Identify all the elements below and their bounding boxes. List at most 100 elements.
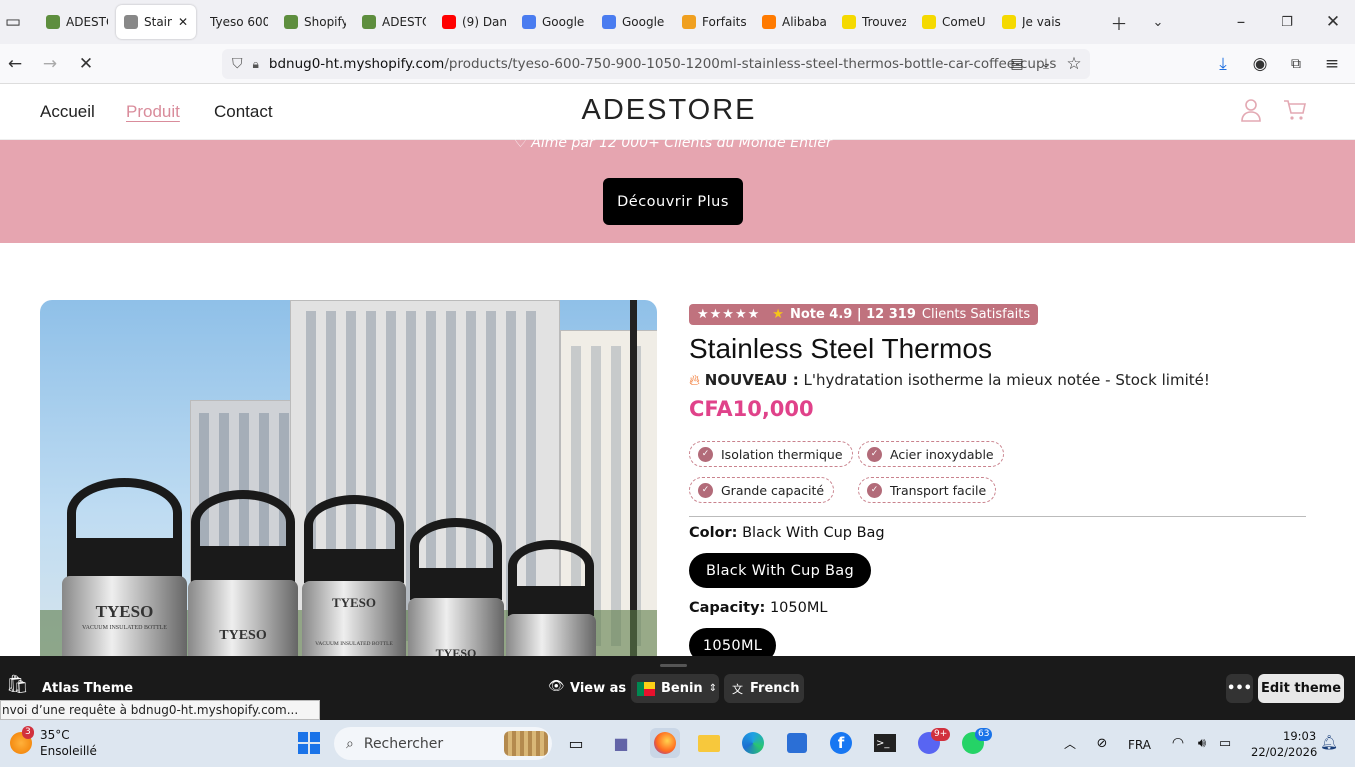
teams-icon[interactable]: ■ [606, 728, 636, 758]
tab-label: ADESTORE [382, 15, 426, 29]
close-tab-icon[interactable]: ✕ [178, 15, 188, 29]
star-icon: ★ [772, 307, 784, 322]
url-host: bdnug0-ht.myshopify.com [268, 56, 445, 72]
firefox-icon[interactable] [650, 728, 680, 758]
forward-arrow-icon[interactable]: → [35, 49, 65, 79]
browser-tab[interactable]: ComeUp [914, 5, 994, 39]
tab-list-icon[interactable]: ▭ [2, 7, 24, 37]
chevron-up-icon[interactable]: ︿ [1055, 728, 1085, 758]
check-icon: ✓ [698, 482, 713, 498]
browser-tab[interactable]: Tyeso 600/750 [196, 5, 276, 39]
bottle-label: TYESO [435, 646, 477, 656]
capacity-option-1050ml[interactable]: 1050ML [689, 628, 776, 656]
discover-more-button[interactable]: Découvrir Plus [603, 178, 743, 225]
store-logo[interactable]: ADESTORE [0, 94, 1338, 127]
extensions-icon[interactable]: ⧉ [1281, 49, 1311, 79]
weather-badge: 3 [22, 726, 34, 739]
benin-flag-icon [637, 681, 655, 696]
battery-icon[interactable]: ▭ [1210, 728, 1240, 758]
tab-overflow-chevron-icon[interactable]: ⌄ [1143, 7, 1173, 37]
tab-label: Stainless [144, 15, 172, 29]
save-page-icon[interactable]: ⤓ [1031, 49, 1061, 79]
browser-tab[interactable]: ADESTORE [354, 5, 434, 39]
thermos-bottle-4: TYESO [408, 518, 504, 656]
color-label: Color: [689, 525, 738, 541]
lock-icon[interactable]: 🔒︎ [253, 57, 259, 72]
thermos-bottle-3: TYESO VACUUM INSULATED BOTTLE [302, 495, 406, 656]
windows-taskbar: 3 35°C Ensoleillé ⌕ Rechercher ▭ ■ f >_ … [0, 720, 1355, 767]
browser-tab[interactable]: Google [594, 5, 674, 39]
facebook-icon[interactable]: f [826, 728, 856, 758]
color-value: Black With Cup Bag [742, 525, 885, 541]
browser-tab[interactable]: Alibaba [754, 5, 834, 39]
theme-name: Atlas Theme [42, 681, 134, 696]
bookmark-star-icon[interactable]: ☆ [1059, 49, 1089, 79]
shield-icon[interactable]: ⛉ [232, 56, 243, 72]
browser-tab[interactable]: Google [514, 5, 594, 39]
downloads-icon[interactable]: ⤓ [1208, 49, 1238, 79]
browser-tab[interactable]: (9) Dan [434, 5, 514, 39]
color-option-label: Color: Black With Cup Bag [689, 525, 885, 541]
eye-icon: 👁︎ [548, 679, 565, 694]
clock-time[interactable]: 19:03 [1283, 729, 1316, 743]
tab-favicon-icon [922, 15, 936, 29]
browser-tab[interactable]: Je vais [994, 5, 1074, 39]
feature-label: Isolation thermique [721, 446, 843, 462]
url-path: /products/tyeso-600-750-900-1050-1200ml-… [444, 56, 1057, 72]
edge-icon[interactable] [738, 728, 768, 758]
new-tab-button[interactable]: ＋ [1104, 7, 1134, 37]
whatsapp-badge: 63 [975, 728, 993, 741]
input-language[interactable]: FRA [1128, 738, 1151, 752]
minimize-button[interactable]: – [1226, 7, 1256, 37]
network-off-icon[interactable]: ⊘ [1087, 728, 1117, 758]
capacity-option-clip: 1050ML [689, 628, 809, 656]
account-user-icon[interactable] [1240, 98, 1262, 122]
browser-tab[interactable]: Trouvez [834, 5, 914, 39]
temperature: 35°C [40, 728, 70, 742]
url-bar[interactable]: ⛉ 🔒︎ bdnug0-ht.myshopify.com /products/t… [222, 49, 1090, 79]
browser-status-text: nvoi d’une requête à bdnug0-ht.myshopify… [0, 700, 320, 720]
check-icon: ✓ [698, 446, 713, 462]
tab-label: ComeUp [942, 15, 986, 29]
browser-navigation-bar: ← → ✕ ⛉ 🔒︎ bdnug0-ht.myshopify.com /prod… [0, 44, 1355, 84]
notification-bell-icon[interactable]: 🔔︎ [1314, 728, 1344, 758]
country-selector[interactable]: Benin ⇕ [631, 674, 719, 703]
color-option-black-with-cup-bag[interactable]: Black With Cup Bag [689, 553, 871, 588]
edit-theme-button[interactable]: Edit theme [1258, 674, 1344, 703]
discord-badge: 9+ [931, 728, 951, 741]
browser-tab[interactable]: Shopify [276, 5, 354, 39]
browser-tab[interactable]: Stainless ✕ [116, 5, 196, 39]
close-window-button[interactable]: ✕ [1318, 7, 1348, 37]
search-highlight-image [504, 731, 548, 756]
clock-date[interactable]: 22/02/2026 [1251, 745, 1317, 759]
menu-icon[interactable]: ≡ [1317, 49, 1347, 79]
tab-label: Trouvez [862, 15, 906, 29]
tab-label: Google [542, 15, 585, 29]
feature-label: Grande capacité [721, 482, 825, 498]
task-view-icon[interactable]: ▭ [561, 728, 591, 758]
stop-loading-icon[interactable]: ✕ [71, 49, 101, 79]
more-options-button[interactable]: ••• [1226, 674, 1253, 703]
check-icon: ✓ [867, 482, 882, 498]
bottle-label: TYESO [95, 602, 154, 621]
drag-handle[interactable] [660, 664, 687, 667]
file-explorer-icon[interactable] [694, 728, 724, 758]
browser-tab[interactable]: Forfaits [674, 5, 754, 39]
product-info: ★★★★★ ★ Note 4.9 | 12 319 Clients Satisf… [689, 300, 1306, 656]
tab-favicon-icon [602, 15, 616, 29]
account-icon[interactable]: ◉ [1245, 49, 1275, 79]
language-selector[interactable]: 文 French [724, 674, 804, 703]
bottle-label: TYESO [331, 595, 377, 610]
browser-tab[interactable]: ADESTORE [38, 5, 116, 39]
product-image[interactable]: TYESO VACUUM INSULATED BOTTLE TYESO TYES… [40, 300, 657, 656]
back-arrow-icon[interactable]: ← [0, 49, 30, 79]
terminal-icon[interactable]: >_ [870, 728, 900, 758]
weather-widget[interactable]: 3 35°C Ensoleillé [8, 726, 128, 762]
cart-icon[interactable] [1283, 99, 1307, 121]
windows-start-icon[interactable] [294, 728, 324, 758]
taskbar-search[interactable]: ⌕ Rechercher [334, 727, 552, 760]
restore-button[interactable]: ❐ [1272, 7, 1302, 37]
reader-view-icon[interactable]: ▤ [1002, 49, 1032, 79]
store-icon[interactable] [782, 728, 812, 758]
browser-tab-strip: ▭ ADESTORE Stainless ✕ Tyeso 600/750 Shopify… [0, 0, 1355, 44]
